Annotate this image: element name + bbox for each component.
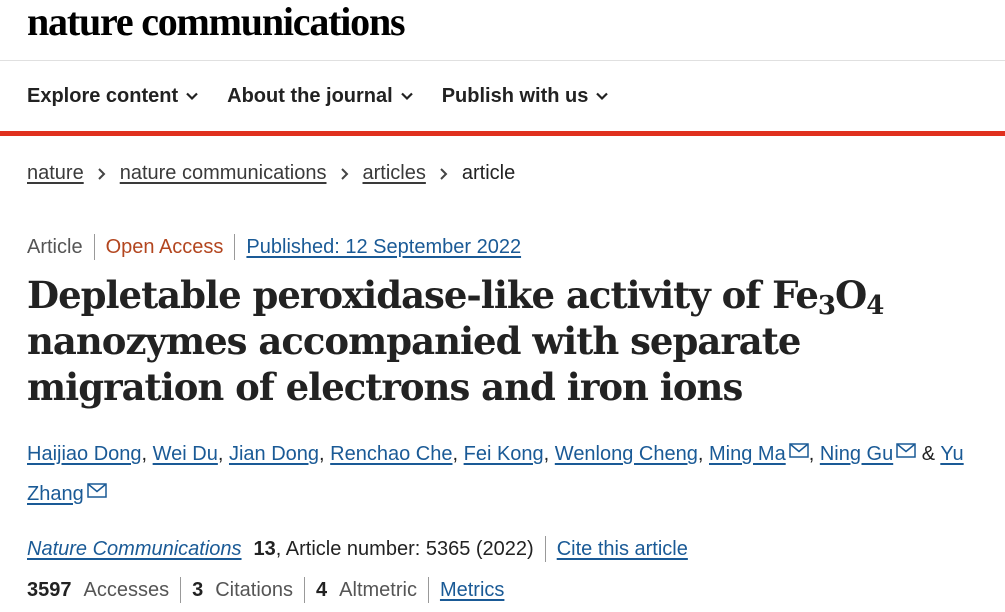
altmetric-count: 4	[316, 578, 328, 601]
cite-article-link[interactable]: Cite this article	[557, 538, 688, 561]
nav-publish-label: Publish with us	[441, 84, 589, 107]
accesses-count: 3597	[27, 578, 72, 601]
article-title: Depletable peroxidase-like activity of F…	[27, 272, 987, 410]
main-nav: Explore content About the journal Publis…	[27, 80, 637, 112]
title-text: O	[834, 273, 867, 317]
nav-publish-with-us[interactable]: Publish with us	[442, 85, 611, 108]
chevron-down-icon	[596, 92, 609, 101]
header-divider	[0, 60, 1005, 61]
altmetric-label: Altmetric	[339, 578, 417, 601]
chevron-right-icon	[440, 167, 448, 180]
mail-icon[interactable]	[896, 443, 916, 458]
published-date-link[interactable]: Published: 12 September 2022	[246, 236, 521, 259]
nav-explore-content[interactable]: Explore content	[27, 85, 200, 108]
author-link[interactable]: Jian Dong	[229, 443, 319, 465]
open-access-label: Open Access	[105, 235, 224, 258]
title-subscript: 3	[817, 291, 836, 321]
mail-icon[interactable]	[86, 483, 107, 498]
author-link[interactable]: Wenlong Cheng	[555, 443, 698, 465]
article-type: Article	[27, 235, 83, 258]
author-link[interactable]: Wei Du	[153, 443, 218, 465]
title-text: Depletable peroxidase-like activity of F…	[27, 273, 819, 317]
accesses-label: Accesses	[83, 578, 170, 601]
chevron-down-icon	[186, 92, 198, 101]
meta-divider	[93, 234, 95, 260]
author-link[interactable]: Fei Kong	[464, 443, 544, 465]
title-subscript: 4	[866, 291, 884, 321]
breadcrumb-articles[interactable]: articles	[363, 162, 426, 185]
article-metrics: 3597 Accesses 3 Citations 4 Altmetric Me…	[27, 577, 504, 603]
breadcrumb: nature nature communications articles ar…	[27, 162, 515, 185]
author-ampersand: &	[921, 443, 936, 465]
nav-about-label: About the journal	[227, 84, 393, 107]
author-list: Haijiao Dong, Wei Du, Jian Dong, Renchao…	[27, 443, 964, 505]
citations-count: 3	[192, 578, 204, 601]
meta-divider	[234, 234, 236, 260]
journal-logo[interactable]: nature communications	[27, 0, 406, 44]
breadcrumb-current: article	[461, 162, 516, 184]
nav-explore-label: Explore content	[27, 84, 179, 107]
article-number: , Article number: 5365 (2022)	[275, 537, 534, 560]
chevron-down-icon	[400, 92, 413, 101]
breadcrumb-nature-communications[interactable]: nature communications	[120, 162, 327, 185]
title-text: nanozymes accompanied with separate migr…	[27, 319, 801, 409]
metrics-divider	[180, 577, 182, 603]
nav-about-journal[interactable]: About the journal	[227, 85, 415, 108]
citation-divider	[544, 536, 546, 562]
author-link[interactable]: Ming Ma	[709, 443, 786, 465]
metrics-divider	[304, 577, 306, 603]
citation-line: Nature Communications 13 , Article numbe…	[27, 536, 688, 562]
chevron-right-icon	[340, 167, 348, 180]
accent-bar	[0, 131, 1005, 136]
author-link[interactable]: Haijiao Dong	[27, 443, 142, 465]
journal-volume: 13	[253, 537, 276, 560]
chevron-right-icon	[98, 167, 106, 180]
author-link[interactable]: Renchao Che	[330, 443, 452, 465]
breadcrumb-nature[interactable]: nature	[27, 162, 84, 185]
article-meta: Article Open Access Published: 12 Septem…	[27, 234, 521, 260]
metrics-divider	[427, 577, 429, 603]
author-link[interactable]: Ning Gu	[820, 443, 893, 465]
journal-name-link[interactable]: Nature Communications	[27, 538, 242, 561]
mail-icon[interactable]	[788, 443, 809, 458]
citations-label: Citations	[215, 578, 294, 601]
metrics-link[interactable]: Metrics	[440, 579, 504, 602]
